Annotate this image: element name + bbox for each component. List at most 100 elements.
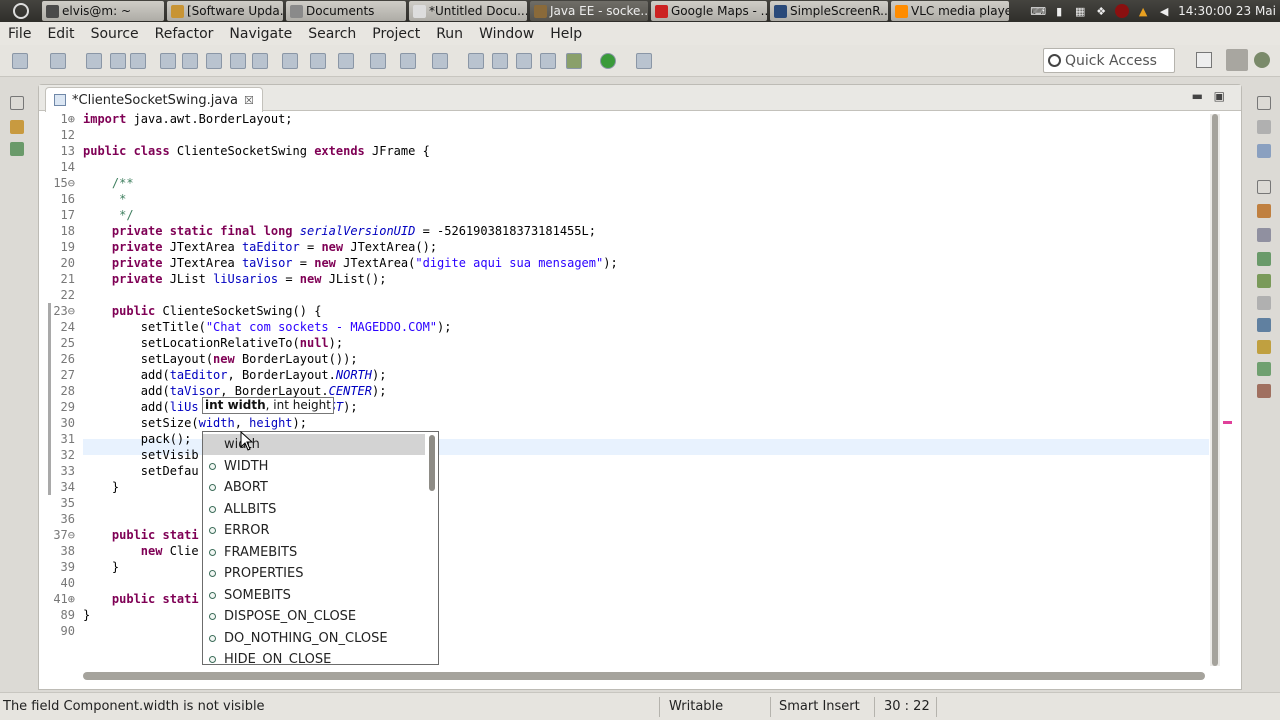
scroll-thumb[interactable] [1212,114,1218,666]
save-all-icon[interactable] [110,53,126,69]
progress-icon[interactable] [1257,362,1271,376]
code-line: /** [83,175,134,191]
battery-icon[interactable]: ▮ [1052,4,1066,18]
resume-icon[interactable] [468,53,484,69]
code-line: public stati [83,527,206,543]
completion-item[interactable]: PROPERTIES [203,563,425,584]
completion-item[interactable]: DISPOSE_ON_CLOSE [203,606,425,627]
keyboard-icon[interactable]: ⌨ [1030,4,1046,18]
completion-item[interactable]: ABORT [203,477,425,498]
snippets-icon[interactable] [1257,296,1271,310]
completion-item[interactable]: width [203,434,425,455]
menu-source[interactable]: Source [83,26,147,42]
restore-icon[interactable] [1257,96,1271,110]
taskbar-item[interactable]: Java EE - socke... [530,1,648,21]
volume-icon[interactable]: ◀ [1157,4,1171,18]
external-tools-icon[interactable] [636,53,652,69]
toggle-mark-icon[interactable] [206,53,222,69]
horizontal-scrollbar[interactable] [83,672,1205,680]
new-icon[interactable] [12,53,28,69]
line-number: 38 [60,544,75,558]
menu-file[interactable]: File [0,26,39,42]
close-icon[interactable]: ☒ [244,94,254,107]
highlight-icon[interactable] [182,53,198,69]
new-dropdown-icon[interactable] [50,53,66,69]
minimize-icon[interactable]: ▬ [1192,89,1203,103]
taskbar-item[interactable]: elvis@m: ~ [42,1,164,21]
completion-item[interactable]: DO_NOTHING_ON_CLOSE [203,628,425,649]
tab-clientesocketswing[interactable]: *ClienteSocketSwing.java ☒ [45,87,263,112]
completion-item[interactable]: WIDTH [203,456,425,477]
package-explorer-icon[interactable] [10,120,24,134]
menu-edit[interactable]: Edit [39,26,82,42]
forward-icon[interactable] [432,53,448,69]
menu-navigate[interactable]: Navigate [221,26,300,42]
network-icon[interactable]: ▦ [1073,4,1087,18]
outline-icon[interactable] [1257,120,1271,134]
restore-icon[interactable] [1257,180,1271,194]
code-line: public ClienteSocketSwing() { [83,303,322,319]
taskbar-item[interactable]: Google Maps - ... [651,1,767,21]
clock[interactable]: 14:30:00 23 Mai [1178,4,1276,18]
suspend-icon[interactable] [492,53,508,69]
top-panel: elvis@m: ~ [Software Upda... Documents *Unt… [0,0,1280,22]
run-icon[interactable] [600,53,616,69]
vertical-scrollbar[interactable] [1210,114,1220,666]
prev-annotation-icon[interactable] [370,53,386,69]
java-icon[interactable] [160,53,176,69]
properties-icon[interactable] [1257,228,1271,242]
menu-project[interactable]: Project [364,26,428,42]
next-annotation-icon[interactable] [338,53,354,69]
taskbar-item[interactable]: SimpleScreenR... [770,1,888,21]
taskbar-item[interactable]: VLC media player [891,1,1009,21]
completion-item[interactable]: FRAMEBITS [203,542,425,563]
error-marker[interactable] [1223,421,1232,424]
maximize-icon[interactable]: ▣ [1214,89,1225,103]
back-icon[interactable] [400,53,416,69]
show-whitespace-icon[interactable] [230,53,246,69]
debug-perspective-icon[interactable] [1254,52,1270,68]
popup-scrollbar[interactable] [429,435,435,491]
restore-icon[interactable] [10,96,24,110]
java-file-icon [54,94,66,106]
print-icon[interactable] [130,53,146,69]
data-source-icon[interactable] [1257,274,1271,288]
status-insert-mode[interactable]: Smart Insert [779,699,860,714]
hierarchy-icon[interactable] [10,142,24,156]
menu-search[interactable]: Search [300,26,364,42]
menu-refactor[interactable]: Refactor [147,26,222,42]
debug-icon[interactable] [566,53,582,69]
console-icon[interactable] [1257,318,1271,332]
java-ee-perspective-icon[interactable] [1226,49,1248,71]
dropbox-icon[interactable]: ❖ [1094,4,1108,18]
open-perspective-icon[interactable] [1196,52,1212,68]
git-icon[interactable] [1257,384,1271,398]
code-line: private JTextArea taVisor = new JTextAre… [83,255,618,271]
completion-item[interactable]: SOMEBITS [203,585,425,606]
breadcrumb-icon[interactable] [282,53,298,69]
ubuntu-logo-icon[interactable] [0,0,42,22]
taskbar-item[interactable]: [Software Upda... [167,1,283,21]
task-list-icon[interactable] [1257,144,1271,158]
servers-icon[interactable] [1257,252,1271,266]
skip-breakpoints-icon[interactable] [310,53,326,69]
taskbar-item[interactable]: *Untitled Docu... [409,1,527,21]
warning-icon[interactable]: ▲ [1136,4,1150,18]
code-token: setLayout( [83,352,214,366]
search-results-icon[interactable] [1257,340,1271,354]
menu-help[interactable]: Help [542,26,590,42]
menu-run[interactable]: Run [428,26,471,42]
completion-item[interactable]: HIDE_ON_CLOSE [203,649,425,664]
completion-item[interactable]: ERROR [203,520,425,541]
quick-access-field[interactable]: Quick Access [1043,48,1175,73]
step-icon[interactable] [540,53,556,69]
taskbar-item[interactable]: Documents [286,1,406,21]
record-icon[interactable] [1115,4,1130,18]
menu-window[interactable]: Window [471,26,542,42]
completion-item[interactable]: ALLBITS [203,499,425,520]
save-icon[interactable] [86,53,102,69]
markers-icon[interactable] [1257,204,1271,218]
block-select-icon[interactable] [252,53,268,69]
terminate-icon[interactable] [516,53,532,69]
code-token: import [83,112,134,126]
